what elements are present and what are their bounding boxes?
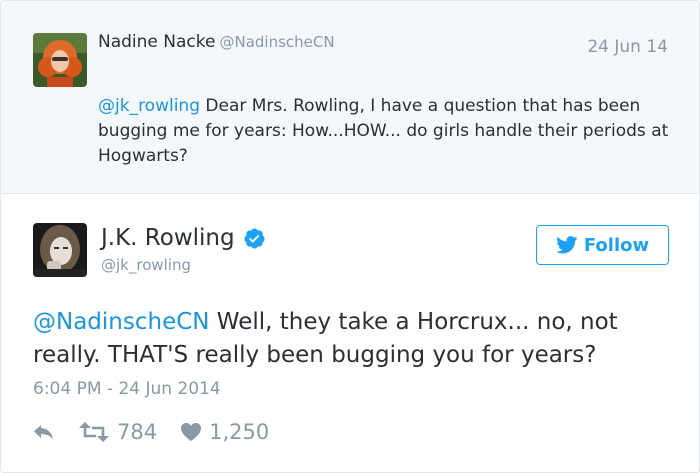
main-author-name[interactable]: J.K. Rowling: [101, 225, 235, 251]
parent-author-line: Nadine Nacke @NadinscheCN: [98, 32, 335, 52]
reply-icon: [34, 425, 53, 439]
main-author-name-line: J.K. Rowling: [101, 225, 266, 251]
parent-author-handle[interactable]: @NadinscheCN: [219, 33, 334, 51]
parent-author-avatar[interactable]: [33, 33, 87, 87]
parent-tweet-text: @jk_rowling Dear Mrs. Rowling, I have a …: [98, 94, 673, 169]
main-author-avatar[interactable]: [33, 223, 87, 277]
like-count: 1,250: [209, 420, 270, 444]
main-tweet-mention[interactable]: @NadinscheCN: [33, 309, 210, 335]
main-tweet: J.K. Rowling @jk_rowling Follow @Nadinsc…: [1, 195, 699, 472]
retweet-button[interactable]: 784: [79, 420, 157, 444]
tweet-actions: 784 1,250: [33, 420, 269, 444]
heart-icon: [181, 423, 202, 441]
parent-tweet[interactable]: Nadine Nacke @NadinscheCN 24 Jun 14 @jk_r…: [1, 1, 699, 194]
main-tweet-text: @NadinscheCN Well, they take a Horcrux..…: [33, 306, 673, 372]
tweet-embed-card: Nadine Nacke @NadinscheCN 24 Jun 14 @jk_r…: [0, 0, 700, 473]
tweet-timestamp[interactable]: 6:04 PM - 24 Jun 2014: [33, 379, 221, 399]
main-author-handle[interactable]: @jk_rowling: [101, 256, 191, 274]
follow-button[interactable]: Follow: [536, 225, 669, 265]
reply-button[interactable]: [33, 424, 57, 440]
retweet-icon: [79, 422, 109, 442]
like-button[interactable]: 1,250: [181, 420, 269, 444]
twitter-bird-icon: [555, 236, 578, 254]
parent-tweet-mention[interactable]: @jk_rowling: [98, 96, 200, 116]
retweet-count: 784: [117, 420, 158, 444]
follow-button-label: Follow: [583, 234, 650, 256]
parent-author-name[interactable]: Nadine Nacke: [98, 32, 215, 52]
verified-badge-icon: [243, 227, 266, 250]
parent-tweet-date[interactable]: 24 Jun 14: [587, 37, 668, 57]
